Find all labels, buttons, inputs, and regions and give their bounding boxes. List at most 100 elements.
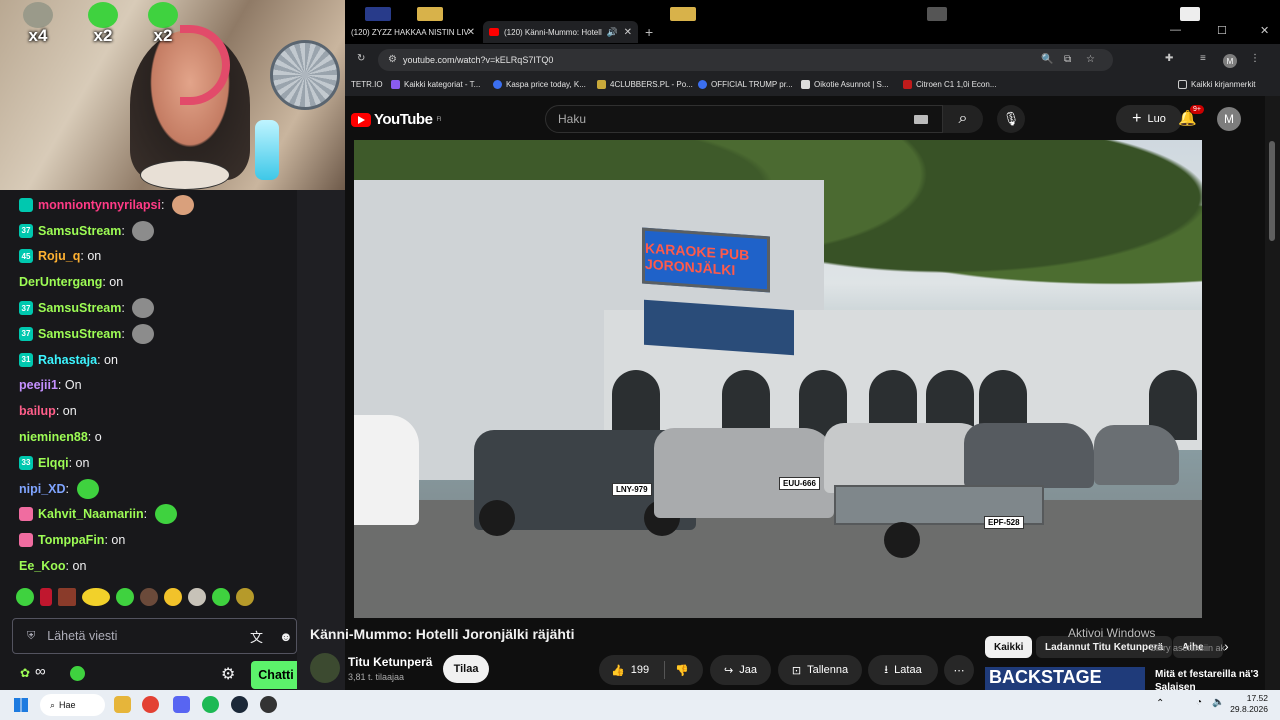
sub-badge-icon[interactable] <box>19 197 33 212</box>
profile-avatar[interactable]: M <box>1223 54 1237 68</box>
audio-icon[interactable]: 🔊 <box>607 27 618 38</box>
bookmark-star-icon[interactable]: ☆ <box>1086 54 1095 65</box>
discord-icon[interactable] <box>173 696 190 713</box>
emote-icon[interactable] <box>116 588 134 606</box>
points-icon[interactable]: ✿ <box>20 666 30 680</box>
prediction-icon[interactable] <box>70 666 85 681</box>
chat-emote-icon[interactable] <box>154 504 177 525</box>
folder-icon[interactable] <box>670 7 696 21</box>
chat-username[interactable]: nieminen88 <box>19 430 88 444</box>
steam-icon[interactable] <box>231 696 248 713</box>
maximize-icon[interactable]: ☐ <box>1217 24 1227 37</box>
desktop-icon[interactable] <box>365 7 391 21</box>
bookmark-item[interactable]: Kaspa price today, K... <box>493 80 586 89</box>
chat-username[interactable]: bailup <box>19 404 56 418</box>
tray-chevron-icon[interactable]: ⌃ <box>1156 698 1164 709</box>
keyboard-icon[interactable] <box>914 115 928 124</box>
chat-username[interactable]: nipi_XD <box>19 482 66 496</box>
emote-icon[interactable] <box>164 588 182 606</box>
youtube-logo[interactable]: YouTube FI <box>351 111 441 128</box>
site-info-icon[interactable]: ⚙ <box>388 54 397 65</box>
sub-badge-icon[interactable] <box>19 533 33 548</box>
chat-emote-icon[interactable] <box>132 298 155 319</box>
desktop-icon[interactable] <box>927 7 947 21</box>
chat-emote-icon[interactable] <box>76 478 99 499</box>
install-icon[interactable]: ⧉ <box>1064 54 1071 65</box>
chat-username[interactable]: Rahastaja <box>38 353 97 367</box>
sub-badge-icon[interactable]: 37 <box>19 326 33 341</box>
chat-emote-icon[interactable] <box>171 194 194 215</box>
tab-youtube[interactable]: (120) Känni-Mummo: Hotell 🔊 ✕ <box>483 21 638 43</box>
create-button[interactable]: + Luo <box>1116 105 1182 133</box>
close-window-icon[interactable]: ✕ <box>1260 24 1269 37</box>
channel-avatar[interactable] <box>310 653 340 683</box>
search-button[interactable]: ⌕ <box>943 105 983 133</box>
more-actions-button[interactable]: ⋯ <box>944 655 974 685</box>
bookmark-item[interactable]: Oikotie Asunnot | S... <box>801 80 889 89</box>
sub-badge-icon[interactable]: 37 <box>19 301 33 316</box>
desktop-icon[interactable] <box>1180 7 1200 21</box>
close-tab-icon[interactable]: ✕ <box>467 27 475 38</box>
related-video-thumbnail[interactable]: BACKSTAGE <box>985 667 1145 690</box>
chat-username[interactable]: TomppaFin <box>38 533 104 547</box>
chat-username[interactable]: SamsuStream <box>38 327 121 341</box>
folder-icon[interactable] <box>417 7 443 21</box>
taskbar-clock[interactable]: 17.52 29.8.2026 <box>1230 693 1268 715</box>
chat-input[interactable]: ⛨ Lähetä viesti 文 ☻ <box>12 618 297 654</box>
emote-icon[interactable] <box>16 588 34 606</box>
bookmark-item[interactable]: Citroen C1 1,0i Econ... <box>903 80 996 89</box>
emote-icon[interactable] <box>212 588 230 606</box>
wifi-icon[interactable]: ◔ <box>1196 697 1202 708</box>
notifications-button[interactable]: 🔔 9+ <box>1178 105 1204 127</box>
channel-name[interactable]: Titu Ketunperä <box>348 655 432 669</box>
chrome-icon[interactable] <box>142 696 159 713</box>
sub-badge-icon[interactable]: 33 <box>19 455 33 470</box>
chat-username[interactable]: SamsuStream <box>38 224 121 238</box>
spotify-icon[interactable] <box>202 696 219 713</box>
bookmark-item[interactable]: OFFICIAL TRUMP pr... <box>698 80 793 89</box>
chip-all[interactable]: Kaikki <box>985 636 1033 658</box>
bookmark-item[interactable]: TETR.IO <box>351 80 383 89</box>
chat-username[interactable]: Ee_Koo <box>19 559 66 573</box>
emote-icon[interactable] <box>188 588 206 606</box>
chat-username[interactable]: monniontynnyrilapsi <box>38 198 161 212</box>
emote-icon[interactable] <box>40 588 52 606</box>
chat-emote-icon[interactable] <box>132 220 155 241</box>
taskbar-search[interactable]: ⌕ Hae <box>40 694 105 716</box>
windows-start-icon[interactable] <box>14 698 28 712</box>
close-tab-icon[interactable]: ✕ <box>624 27 632 38</box>
related-video-title[interactable]: Mitä et festareilla nä'3 Salaisen <box>1155 668 1270 690</box>
all-bookmarks-folder[interactable]: Kaikki kirjanmerkit <box>1178 80 1255 89</box>
chat-username[interactable]: peejii1 <box>19 378 58 392</box>
voice-search-button[interactable]: 🎙 <box>997 105 1025 133</box>
youtube-avatar[interactable]: M <box>1217 107 1241 131</box>
settings-gear-icon[interactable]: ⚙ <box>221 664 235 684</box>
emote-icon[interactable] <box>140 588 158 606</box>
translate-icon[interactable]: 文 <box>250 627 263 646</box>
reload-icon[interactable]: ↻ <box>357 53 365 64</box>
sub-badge-icon[interactable] <box>19 507 33 522</box>
sub-badge-icon[interactable]: 45 <box>19 249 33 264</box>
download-button[interactable]: ⭳ Lataa <box>868 655 938 685</box>
sub-badge-icon[interactable]: 31 <box>19 352 33 367</box>
media-icon[interactable]: ≡ <box>1200 53 1206 64</box>
scrollbar[interactable] <box>1265 96 1280 690</box>
emote-icon[interactable] <box>236 588 254 606</box>
zoom-icon[interactable]: 🔍 <box>1041 54 1053 65</box>
file-explorer-icon[interactable] <box>114 696 131 713</box>
sub-badge-icon[interactable]: 37 <box>19 223 33 238</box>
volume-icon[interactable]: 🔈 <box>1212 697 1224 708</box>
obs-icon[interactable] <box>260 696 277 713</box>
emoji-icon[interactable]: ☻ <box>279 629 293 644</box>
bookmark-item[interactable]: 4CLUBBERS.PL - Po... <box>597 80 693 89</box>
new-tab-button[interactable]: + <box>645 24 653 40</box>
emote-icon[interactable] <box>82 588 110 606</box>
chat-username[interactable]: Elqqi <box>38 456 69 470</box>
menu-icon[interactable]: ⋮ <box>1250 53 1260 64</box>
extensions-icon[interactable]: ✚ <box>1165 53 1173 64</box>
share-button[interactable]: ↪ Jaa <box>710 655 771 685</box>
minimize-icon[interactable]: — <box>1170 24 1181 36</box>
scrollbar-thumb[interactable] <box>1269 141 1275 241</box>
chat-username[interactable]: Roju_q <box>38 249 80 263</box>
save-button[interactable]: ⊡ Tallenna <box>778 655 862 685</box>
